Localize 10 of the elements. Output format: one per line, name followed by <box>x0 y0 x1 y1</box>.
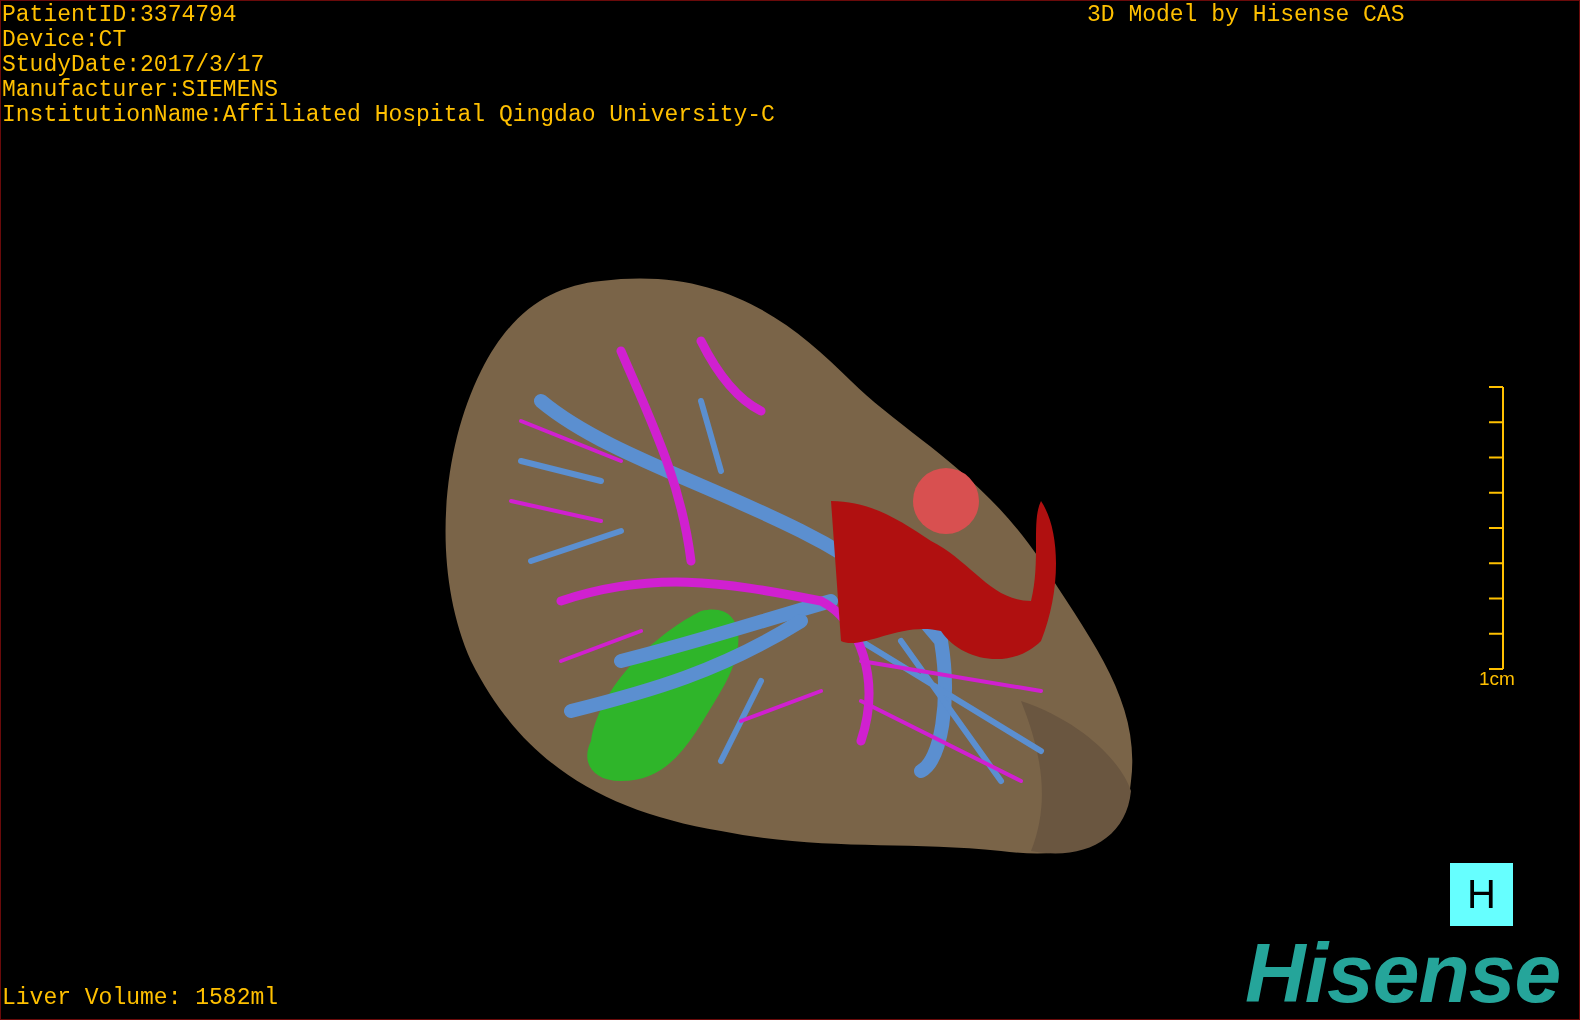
liver-volume-text: Liver Volume: 1582ml <box>2 986 279 1011</box>
patient-info-text: StudyDate:2017/3/17 <box>2 53 265 78</box>
patient-info-text: Device:CT <box>2 28 127 53</box>
scale-label: 1cm <box>1479 668 1515 690</box>
patient-info-text: PatientID:3374794 <box>2 3 237 28</box>
orientation-marker: H <box>1450 863 1513 926</box>
patient-info-text: Manufacturer:SIEMENS <box>2 78 279 103</box>
patient-info-text: InstitutionName:Affiliated Hospital Qingdao University-C <box>2 103 775 128</box>
logo-text: Hisense <box>1245 931 1561 1015</box>
header-text: 3D Model by Hisense CAS <box>1087 3 1405 28</box>
